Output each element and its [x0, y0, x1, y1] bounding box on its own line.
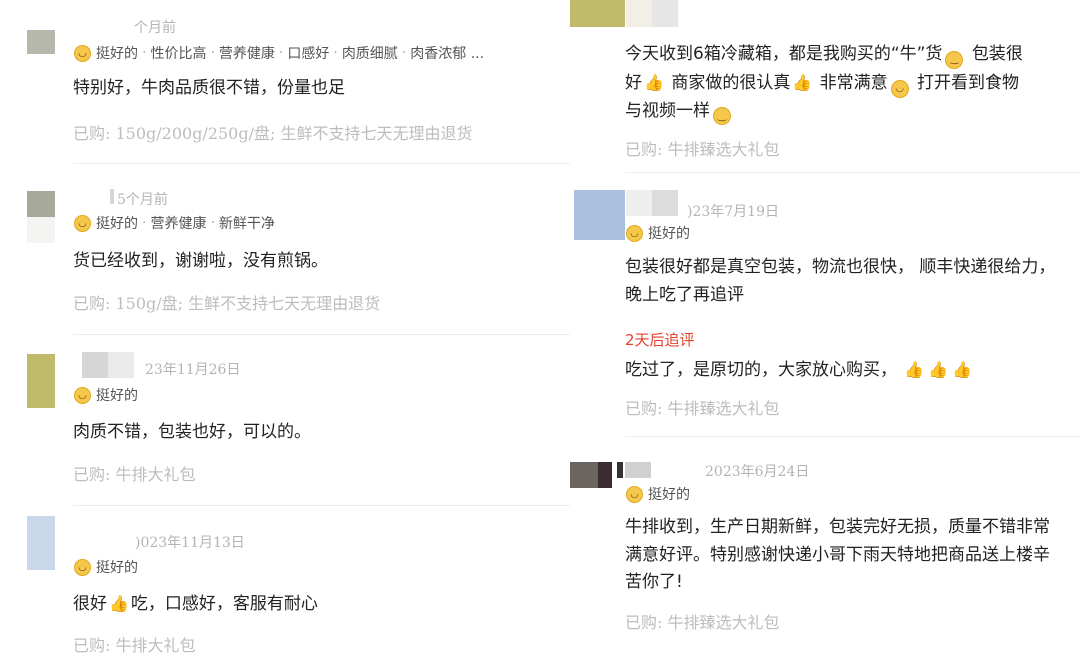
name-mask [626, 190, 652, 216]
rating-row: ◡ 挺好的 [626, 223, 690, 243]
purchase-info: 已购: 牛排臻选大礼包 [625, 399, 780, 418]
divider [73, 163, 570, 164]
review-text: 特别好，牛肉品质很不错，份量也足 [73, 78, 345, 98]
rating-row: ◡ 挺好的 [74, 557, 138, 577]
review-card: )23年7月19日 ◡ 挺好的 包装很好都是真空包装，物流也很快， 顺丰快递很给… [570, 178, 1080, 440]
review-card: 个月前 ◡ 挺好的 · 性价比高 · 营养健康 · 口感好 · 肉质细腻 · 肉… [0, 0, 570, 168]
name-mask [652, 190, 678, 216]
review-date: 个月前 [134, 20, 176, 36]
review-card: 今天收到6箱冷藏箱，都是我购买的“牛”货 ‿ 包装很 好 👍 商家做的很认真 👍 非常… [570, 0, 1080, 178]
avatar[interactable] [27, 191, 55, 217]
smile-emoji-icon: ◡ [74, 386, 91, 404]
thumbs-up-emoji-icon: 👍 [792, 72, 813, 92]
review-text: 今天收到6箱冷藏箱，都是我购买的“牛”货 ‿ 包装很 好 👍 商家做的很认真 👍 非常… [625, 41, 1065, 126]
review-text: 包装很好都是真空包装，物流也很快， 顺丰快递很给力，晚上吃了再追评 [625, 257, 1056, 305]
review-card: 2023年6月24日 ◡ 挺好的 牛排收到，生产日期新鲜，包装完好无损，质量不错… [570, 440, 1080, 669]
rating-row: ◡ 挺好的 [74, 385, 138, 405]
purchase-info: 已购: 150g/200g/250g/盘; 生鲜不支持七天无理由退货 [73, 124, 473, 143]
review-date: )023年11月13日 [135, 535, 245, 551]
tag: 性价比高 [150, 46, 207, 62]
rating-label: 挺好的 [96, 388, 138, 404]
divider [625, 436, 1080, 437]
rating-label: 挺好的 [648, 226, 690, 242]
rating-label: 挺好的 [96, 216, 138, 232]
tag: 营养健康 [150, 216, 207, 232]
name-mask [82, 352, 108, 378]
tag: 肉香浓郁 ... [410, 46, 485, 62]
smile-emoji-icon: ◡ [74, 214, 91, 232]
tag: 新鲜干净 [218, 216, 275, 232]
name-mask [652, 0, 678, 27]
avatar[interactable] [27, 516, 55, 570]
name-mask [108, 352, 134, 378]
purchase-info: 已购: 牛排臻选大礼包 [625, 613, 780, 632]
review-text: 牛排收到，生产日期新鲜，包装完好无损，质量不错非常满意好评。特别感谢快递小哥下雨… [625, 517, 1050, 592]
name-mask [625, 462, 651, 478]
review-date: 2023年6月24日 [705, 464, 810, 480]
name-mask [110, 189, 114, 204]
smile-emoji-icon: ◡ [626, 224, 643, 242]
purchase-info: 已购: 牛排大礼包 [73, 636, 196, 655]
divider [625, 172, 1080, 173]
smile-emoji-icon: ◡ [626, 485, 643, 503]
rating-label: 挺好的 [96, 46, 138, 62]
name-mask [626, 0, 652, 27]
name-mask [617, 462, 623, 478]
review-card: 23年11月26日 ◡ 挺好的 肉质不错，包装也好，可以的。 已购: 牛排大礼包 [0, 338, 570, 510]
avatar[interactable] [570, 462, 598, 488]
tag: 肉质细腻 [341, 46, 398, 62]
avatar[interactable] [574, 190, 625, 240]
thumbs-up-emoji-icon: 👍 [109, 594, 129, 613]
avatar-blur [27, 217, 55, 243]
avatar[interactable] [27, 354, 55, 408]
rating-row: ◡ 挺好的 · 营养健康 · 新鲜干净 [74, 213, 275, 233]
divider [73, 505, 570, 506]
smile-emoji-icon: ◡ [74, 558, 91, 576]
review-text: 肉质不错，包装也好，可以的。 [73, 422, 311, 442]
review-date: )23年7月19日 [687, 204, 779, 220]
thumbs-up-emoji-icon: 👍 [904, 360, 925, 379]
grin-emoji-icon: ‿ [945, 50, 964, 69]
divider [73, 334, 570, 335]
purchase-info: 已购: 150g/盘; 生鲜不支持七天无理由退货 [73, 294, 381, 313]
review-text: 很好 👍 吃，口感好，客服有耐心 [73, 590, 543, 619]
followup-label: 2天后追评 [625, 331, 695, 349]
tag: 口感好 [287, 46, 330, 62]
thumbs-up-emoji-icon: 👍 [928, 360, 949, 379]
followup-text: 吃过了，是原切的，大家放心购买， 👍 👍 👍 [625, 356, 1065, 385]
review-card: 5个月前 ◡ 挺好的 · 营养健康 · 新鲜干净 货已经收到，谢谢啦，没有煎锅。… [0, 168, 570, 338]
review-date: 23年11月26日 [145, 362, 241, 378]
rating-row: ◡ 挺好的 · 性价比高 · 营养健康 · 口感好 · 肉质细腻 · 肉香浓郁 … [74, 43, 484, 63]
avatar-blur [598, 462, 612, 488]
smile-emoji-icon: ◡ [890, 79, 909, 98]
tag: 营养健康 [218, 46, 275, 62]
review-card: )023年11月13日 ◡ 挺好的 很好 👍 吃，口感好，客服有耐心 已购: 牛排大… [0, 510, 570, 669]
purchase-info: 已购: 牛排臻选大礼包 [625, 140, 780, 159]
avatar[interactable] [570, 0, 625, 27]
purchase-info: 已购: 牛排大礼包 [73, 465, 196, 484]
thumbs-up-emoji-icon: 👍 [644, 72, 664, 92]
smile-emoji-icon: ◡ [74, 44, 91, 62]
review-date: 5个月前 [117, 192, 168, 208]
rating-row: ◡ 挺好的 [626, 484, 690, 504]
grin-emoji-icon: ‿ [713, 107, 731, 126]
rating-label: 挺好的 [96, 560, 138, 576]
thumbs-up-emoji-icon: 👍 [952, 360, 973, 379]
avatar[interactable] [27, 30, 55, 54]
review-text: 货已经收到，谢谢啦，没有煎锅。 [73, 251, 328, 271]
rating-label: 挺好的 [648, 487, 690, 503]
